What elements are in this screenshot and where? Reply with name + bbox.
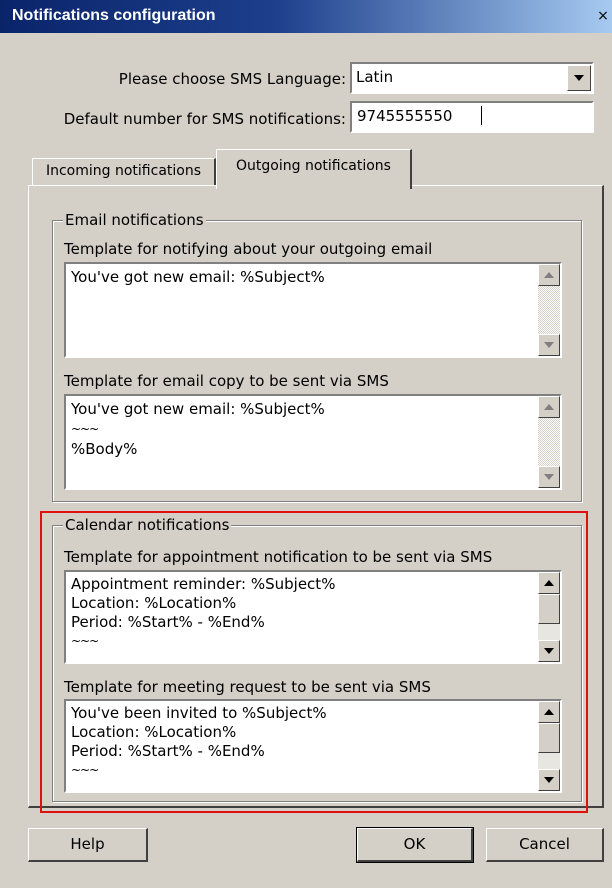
tab-incoming-label: Incoming notifications bbox=[45, 163, 202, 179]
meeting-template-label: Template for meeting request to be sent … bbox=[64, 678, 431, 696]
default-number-input[interactable]: 9745555550 bbox=[350, 101, 594, 133]
email-copy-scrollbar[interactable] bbox=[538, 396, 560, 488]
cancel-button[interactable]: Cancel bbox=[486, 828, 604, 862]
calendar-group-title: Calendar notifications bbox=[63, 516, 232, 534]
tab-outgoing[interactable]: Outgoing notifications bbox=[216, 149, 412, 189]
title-bar: Notifications configuration × bbox=[0, 0, 612, 33]
email-group-title: Email notifications bbox=[63, 211, 206, 229]
scroll-down-icon bbox=[544, 474, 554, 480]
appointment-template-textarea[interactable]: Appointment reminder: %Subject% Location:… bbox=[64, 570, 562, 664]
email-copy-label: Template for email copy to be sent via S… bbox=[64, 372, 389, 390]
scroll-up-icon bbox=[544, 580, 554, 586]
tab-outgoing-label: Outgoing notifications bbox=[236, 158, 391, 174]
meeting-template-scrollbar[interactable] bbox=[538, 701, 560, 791]
scroll-down-button[interactable] bbox=[538, 466, 560, 488]
default-number-label: Default number for SMS notifications: bbox=[63, 110, 346, 128]
appointment-template-label: Template for appointment notification to… bbox=[64, 548, 493, 566]
tab-incoming[interactable]: Incoming notifications bbox=[32, 158, 216, 186]
scroll-up-button[interactable] bbox=[538, 396, 560, 418]
window-title: Notifications configuration bbox=[12, 7, 216, 24]
scroll-up-button[interactable] bbox=[538, 264, 560, 286]
outgoing-template-textarea[interactable]: You've got new email: %Subject% bbox=[64, 262, 562, 358]
scroll-up-icon bbox=[544, 272, 554, 278]
scroll-down-button[interactable] bbox=[538, 769, 560, 791]
scroll-up-button[interactable] bbox=[538, 701, 560, 723]
text-caret bbox=[481, 106, 482, 125]
help-button[interactable]: Help bbox=[28, 828, 148, 862]
ok-button[interactable]: OK bbox=[356, 827, 474, 863]
scroll-up-icon bbox=[544, 709, 554, 715]
outgoing-template-label: Template for notifying about your outgoi… bbox=[64, 240, 433, 258]
email-copy-text: You've got new email: %Subject% ~~~ %Body% bbox=[71, 400, 325, 458]
sms-language-label: Please choose SMS Language: bbox=[118, 70, 346, 88]
scroll-up-button[interactable] bbox=[538, 572, 560, 594]
scroll-thumb[interactable] bbox=[538, 723, 560, 753]
scroll-down-button[interactable] bbox=[538, 334, 560, 356]
scroll-thumb[interactable] bbox=[538, 594, 560, 624]
dropdown-button[interactable] bbox=[567, 65, 591, 91]
meeting-template-textarea[interactable]: You've been invited to %Subject% Location… bbox=[64, 699, 562, 793]
close-icon[interactable]: × bbox=[596, 8, 610, 24]
scroll-up-icon bbox=[544, 404, 554, 410]
appointment-template-text: Appointment reminder: %Subject% Location:… bbox=[71, 575, 336, 648]
chevron-down-icon bbox=[574, 75, 584, 81]
scroll-down-icon bbox=[544, 342, 554, 348]
appointment-template-scrollbar[interactable] bbox=[538, 572, 560, 662]
default-number-value: 9745555550 bbox=[357, 107, 453, 125]
scroll-down-icon bbox=[544, 648, 554, 654]
outgoing-template-scrollbar[interactable] bbox=[538, 264, 560, 356]
email-copy-textarea[interactable]: You've got new email: %Subject% ~~~ %Body% bbox=[64, 394, 562, 490]
outgoing-template-text: You've got new email: %Subject% bbox=[71, 268, 325, 286]
scroll-down-icon bbox=[544, 777, 554, 783]
meeting-template-text: You've been invited to %Subject% Location… bbox=[71, 704, 327, 777]
sms-language-select[interactable]: Latin bbox=[350, 62, 594, 94]
scroll-down-button[interactable] bbox=[538, 640, 560, 662]
sms-language-value: Latin bbox=[356, 68, 394, 86]
